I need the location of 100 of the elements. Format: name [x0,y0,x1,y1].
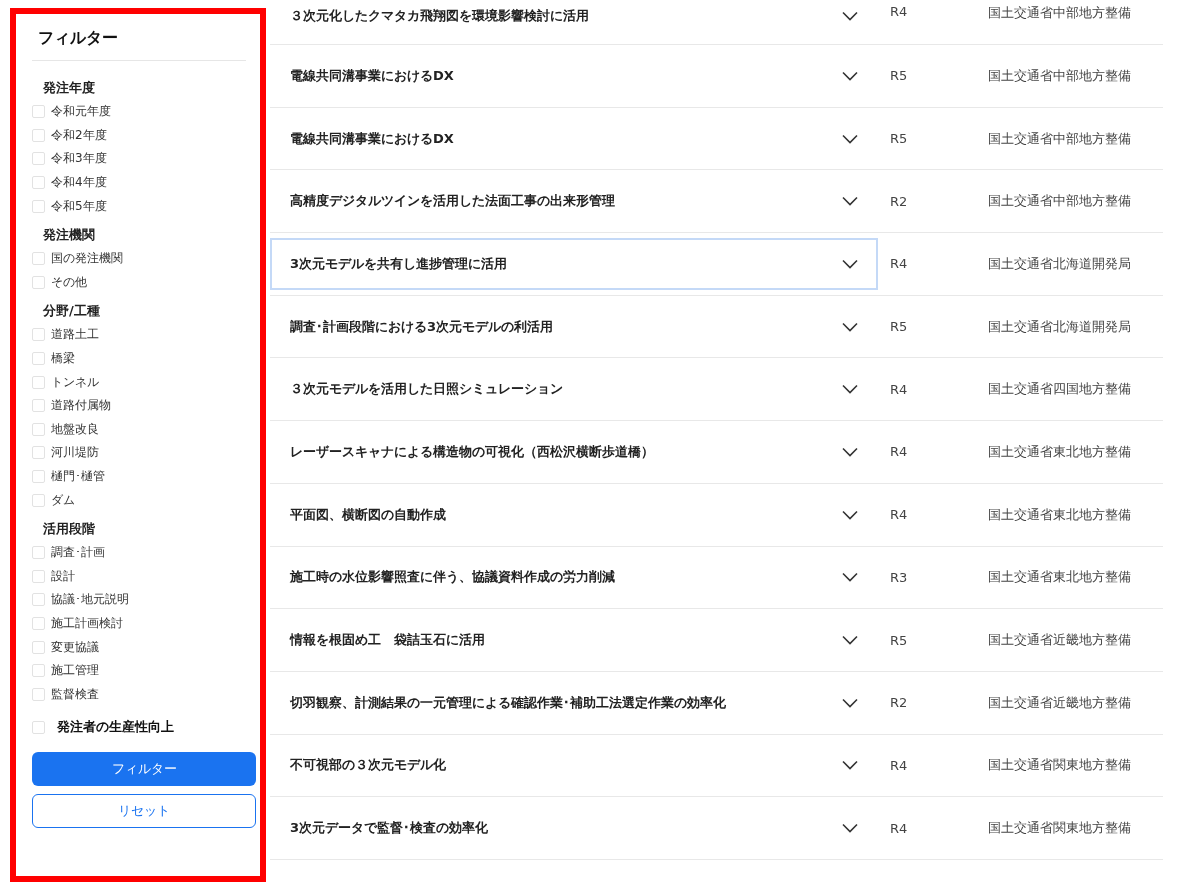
option-label[interactable]: 施工管理 [51,662,99,680]
case-row-header[interactable]: ３次元モデルを活用した日照シミュレーション [270,363,878,416]
agency-cell: 国土交通省関東地方整備 [988,819,1131,838]
case-title: 3次元データで監督･検査の効率化 [290,819,489,838]
case-title: 高精度デジタルツインを活用した法面工事の出来形管理 [290,192,615,211]
checkbox[interactable] [32,664,45,678]
case-row-header[interactable]: 切羽観察、計測結果の一元管理による確認作業･補助工法選定作業の効率化 [270,676,878,729]
case-row-header[interactable]: 施工時の水位影響照査に伴う、協議資料作成の労力削減 [270,551,878,604]
checkbox[interactable] [32,720,45,734]
year-cell-text: R5 [889,632,909,648]
option-label[interactable]: 令和4年度 [51,174,107,192]
checkbox[interactable] [32,152,45,166]
case-row-header[interactable]: レーザースキャナによる構造物の可視化（西松沢横断歩道橋） [270,425,878,478]
case-row-header[interactable]: 平面図、横断図の自動作成 [270,488,878,541]
year-cell-text: R4 [889,256,909,272]
checkbox[interactable] [32,176,45,190]
case-title: 電線共同溝事業におけるDX [290,129,454,148]
chevron-down-icon[interactable] [842,133,858,144]
case-row-header[interactable]: 情報を根固め工 袋詰玉石に活用 [270,614,878,667]
agency-cell: 国土交通省中部地方整備 [988,66,1131,85]
group-heading: 発注年度 [43,79,96,97]
chevron-down-icon[interactable] [842,446,858,457]
checkbox[interactable] [32,375,45,389]
option-label[interactable]: 監督検査 [51,685,99,703]
case-row-header[interactable]: 電線共同溝事業におけるDX [270,49,878,102]
year-cell-text: R5 [889,131,909,147]
checkbox[interactable] [32,687,45,701]
agency-cell: 国土交通省北海道開発局 [988,317,1131,336]
option-label[interactable]: 施工計画検討 [51,615,123,632]
option-label[interactable]: トンネル [51,373,99,391]
case-row-header[interactable]: 電線共同溝事業におけるDX [270,112,878,165]
case-title: 施工時の水位影響照査に伴う、協議資料作成の労力削減 [290,568,615,587]
option-label[interactable]: ダム [51,491,75,509]
case-title: 不可視部の３次元モデル化 [290,756,446,775]
checkbox[interactable] [32,352,45,366]
option-label[interactable]: 令和5年度 [51,197,107,215]
checkbox[interactable] [32,617,45,630]
chevron-down-icon[interactable] [842,258,858,269]
agency-cell: 国土交通省四国地方整備 [988,380,1131,399]
option-label[interactable]: 協議･地元説明 [51,591,129,609]
year-cell-text: R4 [889,757,909,773]
checkbox[interactable] [32,422,45,436]
chevron-down-icon[interactable] [842,196,858,207]
option-label[interactable]: 令和3年度 [51,150,107,168]
checkbox[interactable] [32,128,45,142]
case-title: 情報を根固め工 袋詰玉石に活用 [290,631,485,650]
year-cell-text: R4 [889,507,909,523]
case-row-header[interactable]: ３次元化したクマタカ飛翔図を環境影響検討に活用 [270,4,878,28]
checkbox[interactable] [32,199,45,213]
chevron-down-icon[interactable] [842,70,858,81]
option-label[interactable]: 令和2年度 [51,126,107,144]
option-label[interactable]: 橋梁 [51,350,75,368]
checkbox[interactable] [32,493,45,507]
chevron-down-icon[interactable] [842,760,858,771]
year-cell-text: R2 [889,695,909,711]
checkbox[interactable] [32,546,45,560]
chevron-down-icon[interactable] [842,635,858,646]
checkbox[interactable] [32,399,45,413]
option-label[interactable]: 道路付属物 [51,397,111,415]
option-label[interactable]: 樋門･樋管 [51,468,105,485]
chevron-down-icon[interactable] [842,509,858,520]
checkbox[interactable] [32,640,45,654]
option-label[interactable]: 令和元年度 [51,103,111,121]
option-label[interactable]: 地盤改良 [51,420,99,438]
checkbox[interactable] [32,569,45,583]
chevron-down-icon[interactable] [842,697,858,708]
case-row-header[interactable]: 3次元データで監督･検査の効率化 [270,802,878,855]
checkbox[interactable] [32,105,45,119]
checkbox[interactable] [32,275,45,289]
case-row-header[interactable]: 3次元モデルを共有し進捗管理に活用 [270,237,878,290]
filter-button[interactable]: フィルター [32,752,256,787]
chevron-down-icon[interactable] [842,823,858,834]
option-label[interactable]: 河川堤防 [51,444,99,462]
checkbox[interactable] [32,593,45,607]
option-label[interactable]: 国の発注機関 [51,250,123,268]
agency-cell: 国土交通省近畿地方整備 [988,631,1131,650]
chevron-down-icon[interactable] [842,11,858,21]
option-label[interactable]: 設計 [51,567,75,585]
checkbox[interactable] [32,470,45,483]
agency-cell: 国土交通省関東地方整備 [988,756,1131,775]
option-label[interactable]: 発注者の生産性向上 [57,718,174,737]
option-label[interactable]: 道路土工 [51,326,99,344]
case-row-header[interactable]: 調査･計画段階における3次元モデルの利活用 [270,300,878,353]
chevron-down-icon[interactable] [842,572,858,583]
group-heading: 活用段階 [43,519,96,538]
checkbox[interactable] [32,446,45,460]
panel-title: フィルター [37,27,119,49]
case-row-header[interactable]: 高精度デジタルツインを活用した法面工事の出来形管理 [270,175,878,228]
option-label[interactable]: その他 [51,273,87,291]
year-cell-text: R3 [889,569,909,585]
reset-button[interactable]: リセット [32,794,256,829]
case-title: 電線共同溝事業におけるDX [290,66,454,85]
chevron-down-icon[interactable] [842,321,858,332]
case-row-header[interactable]: 不可視部の３次元モデル化 [270,739,878,792]
case-title: ３次元化したクマタカ飛翔図を環境影響検討に活用 [290,7,589,25]
chevron-down-icon[interactable] [842,384,858,395]
checkbox[interactable] [32,252,45,266]
option-label[interactable]: 変更協議 [51,638,99,656]
option-label[interactable]: 調査･計画 [51,544,105,562]
checkbox[interactable] [32,328,45,342]
